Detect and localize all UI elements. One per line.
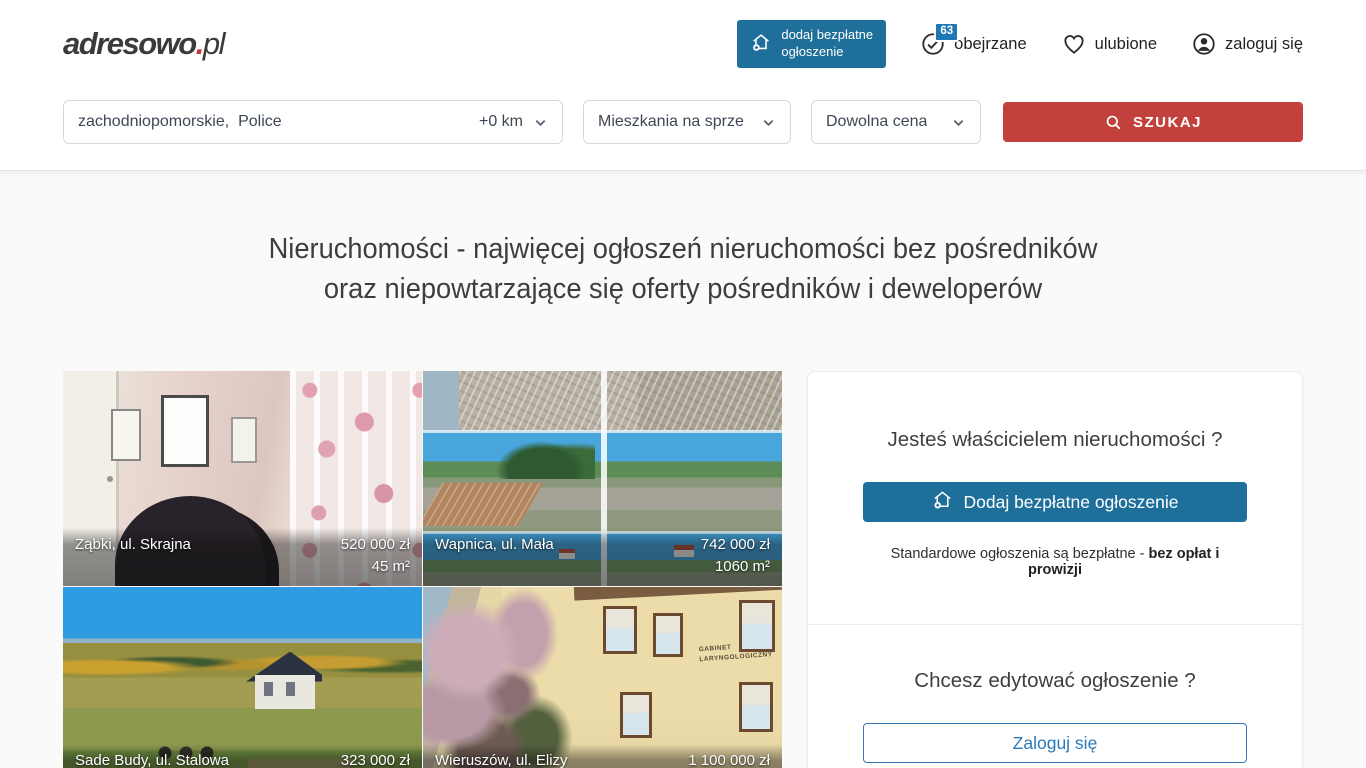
logo[interactable]: adresowo.pl	[63, 26, 224, 62]
search-section: +0 km Mieszkania na sprzedaż Dowolna cen…	[0, 88, 1366, 171]
chevron-down-icon	[761, 115, 776, 130]
price-select[interactable]: Dowolna cena	[811, 100, 981, 144]
listing-price: 520 000 zł	[341, 536, 410, 553]
main-content: Nieruchomości - najwięcej ogłoszeń nieru…	[0, 171, 1366, 768]
photo-decoration	[111, 409, 141, 461]
listing-overlay: Sade Budy, ul. Stalowa 323 000 zł	[63, 744, 422, 768]
listing-tile[interactable]: Wapnica, ul. Mała 742 000 zł 1060 m²	[423, 371, 782, 586]
check-circle-icon: 63	[920, 31, 946, 57]
nav-favorites-label: ulubione	[1095, 35, 1157, 54]
chevron-down-icon	[533, 115, 548, 130]
listing-location: Ząbki, ul. Skrajna	[75, 536, 191, 553]
logo-dot: .	[196, 26, 203, 61]
photo-decoration	[459, 371, 782, 431]
search-icon	[1104, 113, 1123, 132]
photo-decoration	[161, 395, 209, 467]
listing-price: 1 100 000 zł	[688, 752, 770, 768]
login-sidebar-button[interactable]: Zaloguj się	[863, 723, 1247, 763]
house-plus-icon	[750, 31, 772, 58]
top-bar: adresowo.pl dodaj bezpłatne ogłoszenie 6	[0, 0, 1366, 88]
category-value: Mieszkania na sprzedaż	[598, 113, 744, 131]
listing-location: Sade Budy, ul. Stalowa	[75, 752, 229, 768]
photo-decoration	[488, 436, 596, 479]
listing-tile[interactable]: GABINET LARYNGOLOGICZNY Wieruszów, ul. E…	[423, 587, 782, 768]
logo-tld: pl	[203, 26, 224, 61]
listing-location: Wieruszów, ul. Elizy	[435, 752, 568, 768]
logo-brand: adresowo	[63, 26, 196, 61]
photo-decoration	[286, 682, 295, 696]
listing-overlay: Wieruszów, ul. Elizy 1 100 000 zł	[423, 744, 782, 768]
photo-decoration	[107, 476, 113, 482]
nav-login-label: zaloguj się	[1225, 35, 1303, 54]
nav-item-viewed[interactable]: 63 obejrzane	[920, 31, 1026, 57]
add-listing-sidebar-button[interactable]: Dodaj bezpłatne ogłoszenie	[863, 482, 1247, 522]
photo-decoration	[231, 417, 257, 463]
add-listing-button-label: dodaj bezpłatne ogłoszenie	[781, 27, 873, 61]
listing-area: 45 m²	[75, 558, 410, 576]
house-plus-icon	[931, 488, 954, 516]
radius-value: +0 km	[479, 113, 523, 131]
nav-item-favorites[interactable]: ulubione	[1061, 31, 1157, 57]
listing-price: 323 000 zł	[341, 752, 410, 768]
location-field: +0 km	[63, 100, 563, 144]
listing-tile[interactable]: Ząbki, ul. Skrajna 520 000 zł 45 m²	[63, 371, 422, 586]
photo-decoration	[423, 587, 624, 768]
owner-heading: Jesteś właścicielem nieruchomości ?	[863, 428, 1247, 452]
search-button-label: SZUKAJ	[1133, 114, 1202, 131]
page-title: Nieruchomości - najwięcej ogłoszeń nieru…	[41, 229, 1325, 309]
listing-overlay: Ząbki, ul. Skrajna 520 000 zł 45 m²	[63, 528, 422, 586]
edit-section: Chcesz edytować ogłoszenie ? Zaloguj się…	[808, 624, 1302, 768]
owner-section: Jesteś właścicielem nieruchomości ? Doda…	[808, 372, 1302, 624]
listing-price: 742 000 zł	[701, 536, 770, 553]
heart-icon	[1061, 31, 1087, 57]
user-circle-icon	[1191, 31, 1217, 57]
nav-viewed-label: obejrzane	[954, 35, 1026, 54]
owner-sidebar: Jesteś właścicielem nieruchomości ? Doda…	[807, 371, 1303, 768]
listing-overlay: Wapnica, ul. Mała 742 000 zł 1060 m²	[423, 528, 782, 586]
photo-decoration	[620, 692, 652, 738]
category-select[interactable]: Mieszkania na sprzedaż	[583, 100, 791, 144]
listings-grid: Ząbki, ul. Skrajna 520 000 zł 45 m²	[63, 371, 782, 768]
top-nav: dodaj bezpłatne ogłoszenie 63 obejrzane …	[737, 20, 1303, 68]
search-button[interactable]: SZUKAJ	[1003, 102, 1303, 142]
listing-location: Wapnica, ul. Mała	[435, 536, 554, 553]
edit-heading: Chcesz edytować ogłoszenie ?	[863, 669, 1247, 693]
radius-select[interactable]: +0 km	[479, 113, 548, 131]
photo-decoration	[739, 682, 773, 732]
add-listing-sidebar-label: Dodaj bezpłatne ogłoszenie	[963, 492, 1178, 513]
photo-decoration	[653, 613, 683, 657]
photo-decoration	[264, 682, 273, 696]
add-listing-button[interactable]: dodaj bezpłatne ogłoszenie	[737, 20, 886, 68]
chevron-down-icon	[951, 115, 966, 130]
search-bar: +0 km Mieszkania na sprzedaż Dowolna cen…	[63, 100, 1303, 144]
listing-area: 1060 m²	[435, 558, 770, 576]
nav-item-login[interactable]: zaloguj się	[1191, 31, 1303, 57]
owner-note: Standardowe ogłoszenia są bezpłatne - be…	[863, 546, 1247, 578]
location-input[interactable]	[78, 113, 469, 131]
listing-tile[interactable]: Sade Budy, ul. Stalowa 323 000 zł	[63, 587, 422, 768]
photo-decoration	[63, 639, 422, 686]
price-value: Dowolna cena	[826, 113, 927, 131]
viewed-count-badge: 63	[934, 22, 959, 42]
